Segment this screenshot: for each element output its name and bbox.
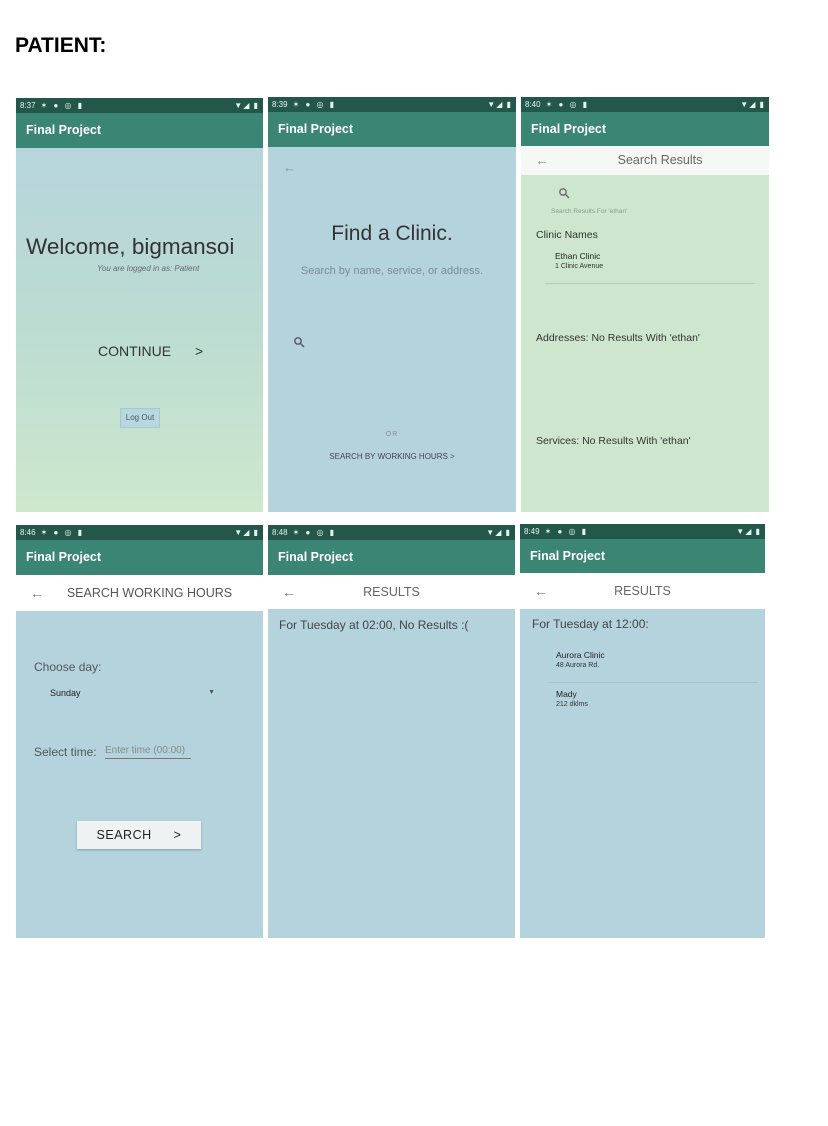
signal-battery-icon: ▼◢ ▮ <box>234 101 259 110</box>
search-by-hours-link[interactable]: SEARCH BY WORKING HOURS > <box>268 452 516 461</box>
find-clinic-title: Find a Clinic. <box>331 222 453 245</box>
working-hours-header: ← SEARCH WORKING HOURS <box>16 575 263 611</box>
no-results-message: For Tuesday at 02:00, No Results :( <box>279 618 469 632</box>
back-arrow-icon[interactable]: ← <box>534 573 548 609</box>
status-time: 8:39 <box>272 100 288 109</box>
status-bar: 8:49 ✶ ● ◎ ▮ ▼◢ ▮ <box>520 524 765 539</box>
clinic-names-heading: Clinic Names <box>536 229 598 241</box>
status-icons: ✶ ● ◎ ▮ <box>544 527 589 536</box>
status-time: 8:37 <box>20 101 36 110</box>
status-icons: ✶ ● ◎ ▮ <box>40 528 85 537</box>
app-bar: Final Project <box>16 113 263 148</box>
list-divider <box>545 283 755 284</box>
signal-battery-icon: ▼◢ ▮ <box>736 527 761 536</box>
result-item[interactable]: Mady 212 dklms <box>556 689 756 715</box>
welcome-screen: 8:37 ✶ ● ◎ ▮ ▼◢ ▮ Final Project Welcome, … <box>16 98 263 512</box>
search-button-label: SEARCH <box>96 828 152 842</box>
back-arrow-icon[interactable]: ← <box>283 160 296 175</box>
day-select[interactable]: Sunday ▼ <box>50 686 215 702</box>
continue-label: CONTINUE <box>98 343 172 359</box>
app-bar: Final Project <box>268 540 515 575</box>
results-message: For Tuesday at 12:00: <box>532 617 649 631</box>
search-button[interactable]: SEARCH > <box>77 821 201 849</box>
logged-in-caption: You are logged in as: Patient <box>97 264 200 273</box>
status-time: 8:40 <box>525 100 541 109</box>
clinic-name: Aurora Clinic <box>556 650 605 660</box>
status-bar: 8:39 ✶ ● ◎ ▮ ▼◢ ▮ <box>268 97 516 112</box>
app-bar: Final Project <box>521 112 769 146</box>
status-time: 8:48 <box>272 528 288 537</box>
dropdown-arrow-icon: ▼ <box>208 689 215 696</box>
day-select-value: Sunday <box>50 688 81 698</box>
results-header: ← RESULTS <box>268 575 515 609</box>
status-time: 8:49 <box>524 527 540 536</box>
clinic-name: Mady <box>556 689 577 699</box>
back-arrow-icon[interactable]: ← <box>30 575 44 611</box>
chevron-right-icon: > <box>173 828 182 842</box>
status-bar: 8:48 ✶ ● ◎ ▮ ▼◢ ▮ <box>268 525 515 540</box>
header-title: SEARCH WORKING HOURS <box>66 586 233 600</box>
addresses-result-msg: Addresses: No Results With 'ethan' <box>536 332 700 344</box>
search-icon[interactable] <box>293 336 305 348</box>
status-bar: 8:46 ✶ ● ◎ ▮ ▼◢ ▮ <box>16 525 263 540</box>
signal-battery-icon: ▼◢ ▮ <box>486 528 511 537</box>
clinic-name: Ethan Clinic <box>555 251 601 261</box>
results-none-screen: 8:48 ✶ ● ◎ ▮ ▼◢ ▮ Final Project ← RESULTS… <box>268 525 515 938</box>
header-title: Search Results <box>617 153 703 167</box>
welcome-greeting: Welcome, bigmansoi <box>26 234 235 259</box>
search-results-header: ← Search Results <box>521 146 769 175</box>
status-icons: ✶ ● ◎ ▮ <box>545 100 590 109</box>
page-heading: PATIENT: <box>15 34 107 57</box>
status-icons: ✶ ● ◎ ▮ <box>40 101 85 110</box>
status-icons: ✶ ● ◎ ▮ <box>292 528 337 537</box>
back-arrow-icon[interactable]: ← <box>535 146 549 175</box>
clinic-address: 212 dklms <box>556 701 588 708</box>
app-bar: Final Project <box>16 540 263 575</box>
choose-day-label: Choose day: <box>34 660 102 674</box>
back-arrow-icon[interactable]: ← <box>282 575 296 609</box>
clinic-address: 48 Aurora Rd. <box>556 662 600 669</box>
continue-button[interactable]: CONTINUE > <box>98 343 203 359</box>
header-title: RESULTS <box>614 584 671 598</box>
status-bar: 8:37 ✶ ● ◎ ▮ ▼◢ ▮ <box>16 98 263 113</box>
working-hours-screen: 8:46 ✶ ● ◎ ▮ ▼◢ ▮ Final Project ← SEARCH … <box>16 525 263 938</box>
search-icon[interactable] <box>558 187 570 199</box>
signal-battery-icon: ▼◢ ▮ <box>740 100 765 109</box>
or-label: OR <box>385 431 399 438</box>
search-results-screen: 8:40 ✶ ● ◎ ▮ ▼◢ ▮ Final Project ← Search … <box>521 97 769 512</box>
select-time-label: Select time: <box>34 745 97 759</box>
chevron-right-icon: > <box>195 343 204 359</box>
clinic-result-item[interactable]: Ethan Clinic 1 Clinic Avenue <box>555 251 755 281</box>
app-bar: Final Project <box>520 539 765 573</box>
signal-battery-icon: ▼◢ ▮ <box>487 100 512 109</box>
services-result-msg: Services: No Results With 'ethan' <box>536 435 691 447</box>
app-bar: Final Project <box>268 112 516 147</box>
status-icons: ✶ ● ◎ ▮ <box>292 100 337 109</box>
result-item[interactable]: Aurora Clinic 48 Aurora Rd. <box>556 650 756 676</box>
find-clinic-subtitle: Search by name, service, or address. <box>300 265 484 277</box>
status-bar: 8:40 ✶ ● ◎ ▮ ▼◢ ▮ <box>521 97 769 112</box>
results-found-screen: 8:49 ✶ ● ◎ ▮ ▼◢ ▮ Final Project ← RESULTS… <box>520 524 765 938</box>
signal-battery-icon: ▼◢ ▮ <box>234 528 259 537</box>
search-query-caption: Search Results For 'ethan' <box>551 208 628 215</box>
results-header: ← RESULTS <box>520 573 765 609</box>
clinic-address: 1 Clinic Avenue <box>555 263 604 270</box>
list-divider <box>548 682 758 683</box>
header-title: RESULTS <box>363 585 420 599</box>
status-time: 8:46 <box>20 528 36 537</box>
time-input[interactable]: Enter time (00:00) <box>105 745 191 759</box>
find-clinic-screen: 8:39 ✶ ● ◎ ▮ ▼◢ ▮ Final Project ← Find a … <box>268 97 516 512</box>
logout-button[interactable]: Log Out <box>120 408 160 428</box>
